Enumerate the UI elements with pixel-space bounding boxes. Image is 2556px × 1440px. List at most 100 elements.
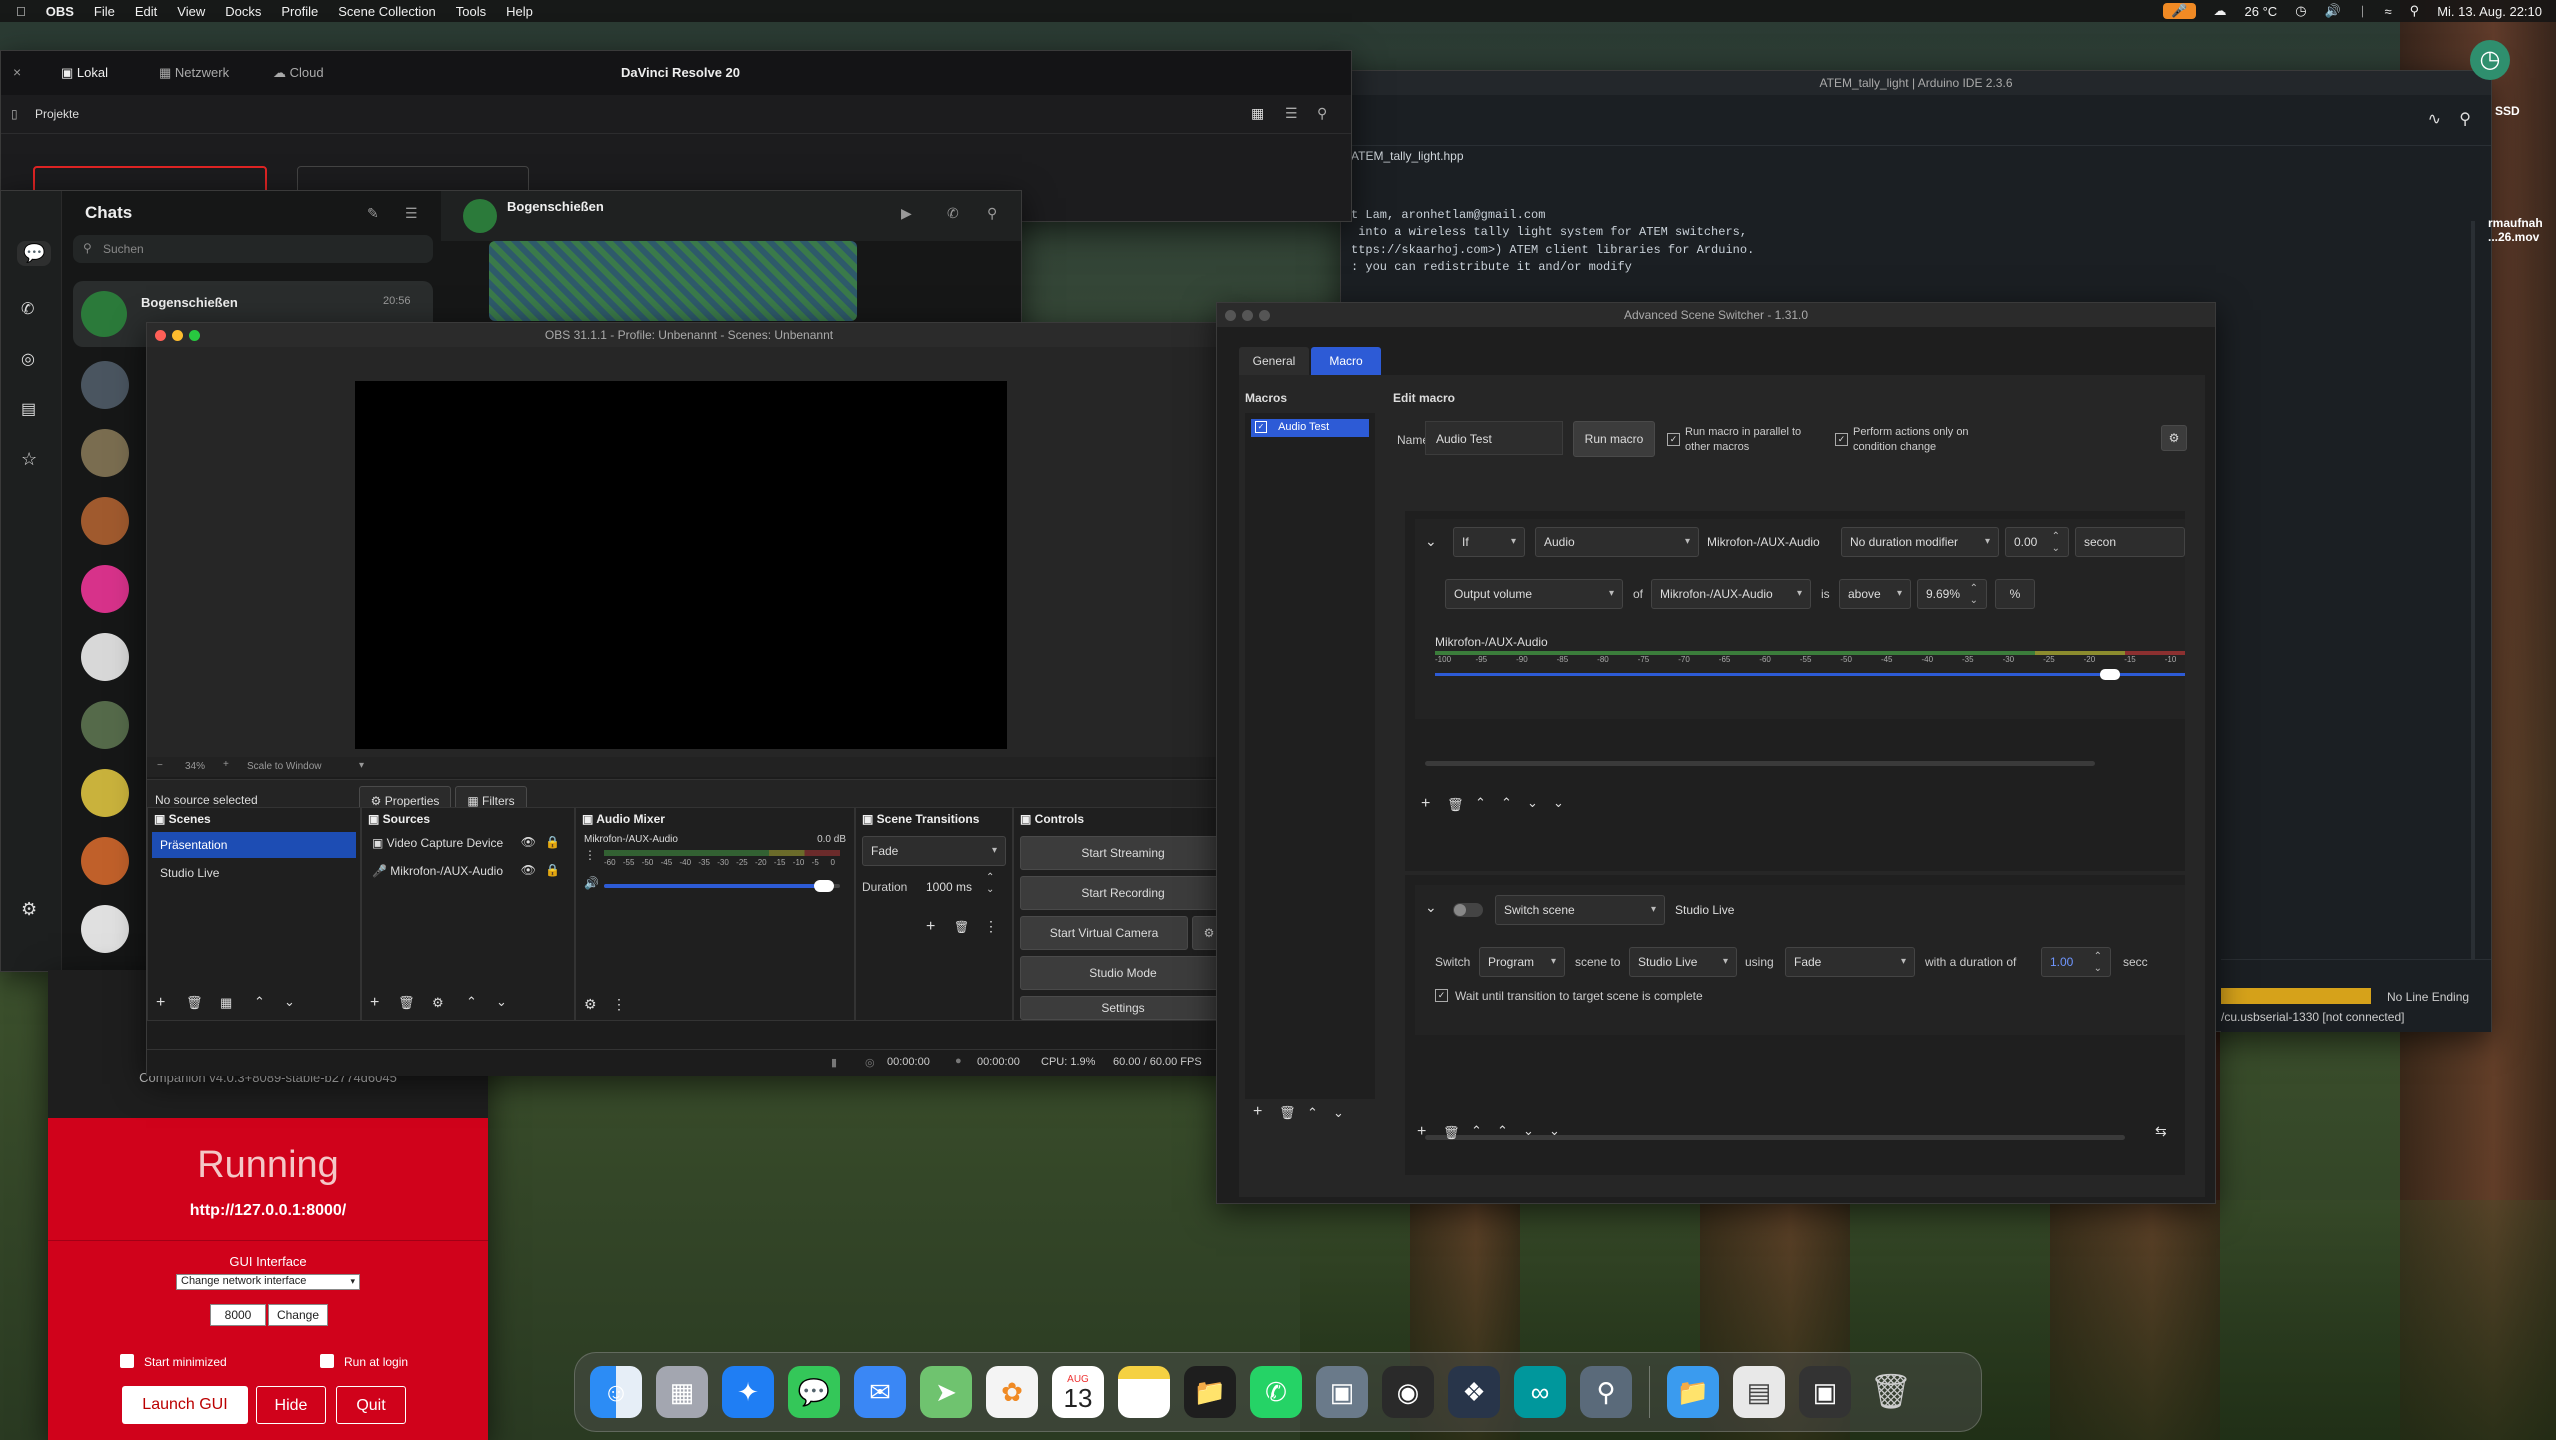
move-up-icon[interactable]: ⌃ bbox=[1307, 1105, 1318, 1121]
starred-icon[interactable]: ☆ bbox=[21, 449, 37, 470]
messages-icon[interactable]: 💬 bbox=[788, 1366, 840, 1418]
duration-unit-select[interactable]: secon bbox=[2075, 527, 2185, 557]
whatsapp-icon[interactable]: ✆ bbox=[1250, 1366, 1302, 1418]
companion-url[interactable]: http://127.0.0.1:8000/ bbox=[48, 1202, 488, 1220]
trash-icon[interactable]: 🗑 bbox=[186, 995, 203, 1011]
avatar[interactable] bbox=[81, 633, 129, 681]
menu-file[interactable]: File bbox=[94, 4, 115, 19]
archive-icon[interactable]: ▤ bbox=[21, 399, 36, 419]
chat-search-input[interactable]: ⚲ Suchen bbox=[73, 235, 433, 263]
tab-netzwerk[interactable]: ▦ Netzwerk bbox=[159, 65, 229, 81]
menu-tools[interactable]: Tools bbox=[456, 4, 486, 19]
trash-icon[interactable]: 🗑 bbox=[1447, 797, 1464, 813]
avatar[interactable] bbox=[81, 905, 129, 953]
add-icon[interactable]: + bbox=[926, 918, 935, 936]
avatar[interactable] bbox=[463, 199, 497, 233]
gear-icon[interactable]: ⚙ bbox=[432, 995, 444, 1011]
maps-icon[interactable]: ➤ bbox=[920, 1366, 972, 1418]
duration-input[interactable]: 0.00 ⌃ ⌄ bbox=[2005, 527, 2069, 557]
new-chat-icon[interactable]: ✎ bbox=[367, 205, 379, 222]
desktop-drive-label[interactable]: SSD bbox=[2495, 104, 2520, 118]
change-port-button[interactable]: Change bbox=[268, 1304, 328, 1326]
threshold-slider[interactable] bbox=[1435, 669, 2185, 680]
macro-settings-button[interactable]: ⚙ bbox=[2161, 425, 2187, 451]
close-button[interactable] bbox=[155, 330, 166, 341]
calendar-icon[interactable]: AUG 13 bbox=[1052, 1366, 1104, 1418]
port-input[interactable]: 8000 bbox=[210, 1304, 266, 1326]
search-icon[interactable]: ⚲ bbox=[987, 205, 997, 222]
arduino-ide-icon[interactable]: ∞ bbox=[1514, 1366, 1566, 1418]
studio-mode-button[interactable]: Studio Mode bbox=[1020, 956, 1226, 990]
move-down-icon[interactable]: ⌄ bbox=[1523, 1123, 1534, 1139]
avatar[interactable] bbox=[81, 497, 129, 545]
tab-lokal[interactable]: ▣ Lokal bbox=[61, 65, 108, 81]
start-recording-button[interactable]: Start Recording bbox=[1020, 876, 1226, 910]
avatar[interactable] bbox=[81, 565, 129, 613]
start-virtual-camera-button[interactable]: Start Virtual Camera bbox=[1020, 916, 1188, 950]
status-icon[interactable]: ◎ bbox=[21, 349, 35, 369]
transition-duration-input[interactable]: 1.00 ⌃ ⌄ bbox=[2041, 947, 2111, 977]
avatar[interactable] bbox=[81, 769, 129, 817]
threshold-input[interactable]: 9.69% ⌃ ⌄ bbox=[1917, 579, 1987, 609]
unit-toggle[interactable]: % bbox=[1995, 579, 2035, 609]
volume-icon[interactable]: 🔊 bbox=[2325, 3, 2341, 19]
kebab-icon[interactable]: ⋮ bbox=[984, 918, 998, 935]
move-up-icon[interactable]: ⌃ bbox=[1501, 795, 1512, 811]
hide-button[interactable]: Hide bbox=[256, 1386, 326, 1424]
zoom-in-icon[interactable]: + bbox=[223, 759, 229, 770]
move-up-icon[interactable]: ⌃ bbox=[254, 994, 265, 1010]
add-icon[interactable]: + bbox=[1417, 1123, 1426, 1141]
downloads-folder-icon[interactable]: 📁 bbox=[1667, 1366, 1719, 1418]
serial-plotter-icon[interactable]: ∿ bbox=[2428, 109, 2441, 129]
scene-item[interactable]: Studio Live bbox=[152, 860, 356, 886]
filter-icon[interactable]: ☰ bbox=[405, 205, 418, 222]
collapse-icon[interactable]: ⌄ bbox=[1425, 899, 1437, 916]
search-icon[interactable]: ⚲ bbox=[1317, 105, 1327, 122]
trash-icon[interactable]: 🗑 bbox=[954, 920, 969, 934]
move-up-icon[interactable]: ⌃ bbox=[1497, 1123, 1508, 1139]
launchpad-icon[interactable]: ▦ bbox=[656, 1366, 708, 1418]
volume-slider[interactable] bbox=[604, 880, 840, 892]
weather-icon[interactable]: ☁ bbox=[2214, 3, 2227, 19]
calls-icon[interactable]: ✆ bbox=[21, 299, 34, 319]
start-streaming-button[interactable]: Start Streaming bbox=[1020, 836, 1226, 870]
duration-input[interactable]: 1000 ms bbox=[926, 880, 978, 894]
menu-scene-collection[interactable]: Scene Collection bbox=[338, 4, 436, 19]
chat-header-name[interactable]: Bogenschießen bbox=[507, 199, 604, 214]
volume-slider-handle[interactable] bbox=[814, 880, 835, 892]
avatar[interactable] bbox=[81, 361, 129, 409]
add-icon[interactable]: + bbox=[156, 994, 165, 1012]
minimize-button[interactable] bbox=[172, 330, 183, 341]
checkbox-icon[interactable]: ✓ bbox=[1255, 421, 1267, 434]
minimize-button[interactable] bbox=[1242, 310, 1253, 321]
gear-icon[interactable]: ⚙ bbox=[584, 996, 597, 1013]
preview-area[interactable] bbox=[147, 347, 1231, 757]
close-button[interactable] bbox=[1225, 310, 1236, 321]
swap-icon[interactable]: ⇆ bbox=[2155, 1123, 2167, 1140]
zoom-button[interactable] bbox=[1259, 310, 1270, 321]
lock-icon[interactable]: 🔒 bbox=[545, 835, 560, 849]
avatar[interactable] bbox=[81, 429, 129, 477]
sidebar-toggle-icon[interactable]: ▯ bbox=[11, 107, 18, 121]
switch-target-select[interactable]: Program ▾ bbox=[1479, 947, 1565, 977]
datetime[interactable]: Mi. 13. Aug. 22:10 bbox=[2437, 4, 2542, 19]
lock-icon[interactable]: 🔒 bbox=[545, 863, 560, 877]
tab-cloud[interactable]: ☁ Cloud bbox=[273, 65, 324, 81]
trash-icon[interactable]: 🗑 bbox=[1443, 1125, 1460, 1141]
menu-edit[interactable]: Edit bbox=[135, 4, 157, 19]
move-top-icon[interactable]: ⌃ bbox=[1471, 1123, 1482, 1139]
zoom-out-icon[interactable]: − bbox=[157, 760, 163, 771]
condition-type-select[interactable]: Audio ▾ bbox=[1535, 527, 1699, 557]
kebab-icon[interactable]: ⋮ bbox=[584, 848, 596, 862]
action-type-select[interactable]: Switch scene ▾ bbox=[1495, 895, 1665, 925]
add-icon[interactable]: + bbox=[1421, 795, 1430, 813]
trash-icon[interactable]: 🗑 bbox=[398, 995, 415, 1011]
move-down-icon[interactable]: ⌄ bbox=[1333, 1105, 1344, 1121]
parallel-checkbox[interactable]: ✓ bbox=[1667, 433, 1680, 446]
logic-select[interactable]: If ▾ bbox=[1453, 527, 1525, 557]
avatar[interactable] bbox=[81, 837, 129, 885]
run-at-login-checkbox[interactable] bbox=[320, 1354, 334, 1368]
menu-help[interactable]: Help bbox=[506, 4, 533, 19]
settings-button[interactable]: Settings bbox=[1020, 996, 1226, 1020]
finder-icon[interactable]: ☺ bbox=[590, 1366, 642, 1418]
